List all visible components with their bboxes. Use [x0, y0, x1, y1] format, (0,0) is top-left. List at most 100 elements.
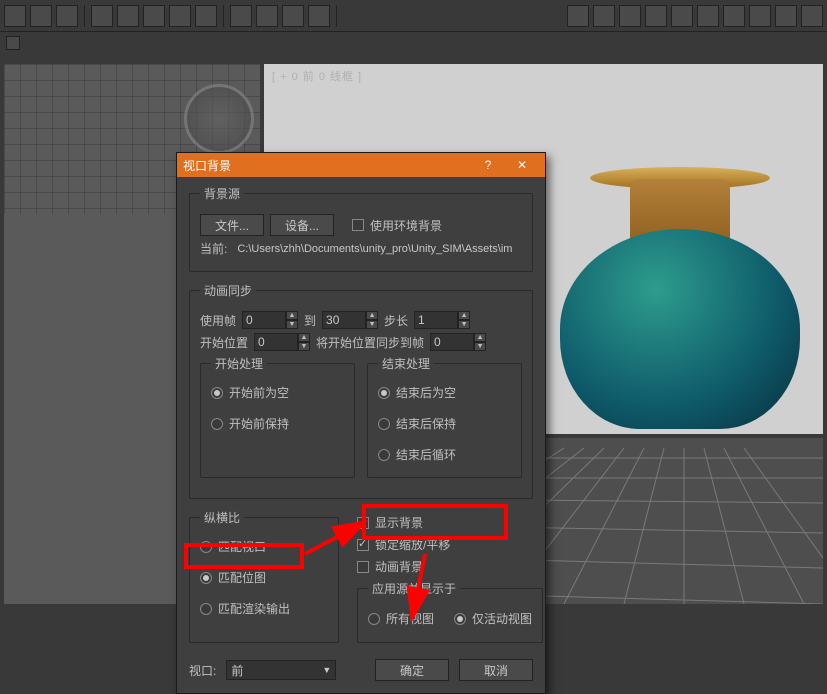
- viewport-select-label: 视口:: [189, 662, 216, 679]
- toolbar-icon[interactable]: [801, 5, 823, 27]
- apply-source-group: 应用源并显示于 所有视图 仅活动视图: [357, 580, 543, 643]
- group-legend: 结束处理: [378, 355, 434, 372]
- spin-down-icon[interactable]: ▼: [298, 342, 310, 351]
- end-blank-radio[interactable]: [378, 387, 390, 399]
- lock-zoom-label: 锁定缩放/平移: [375, 536, 450, 553]
- end-processing-group: 结束处理 结束后为空 结束后保持 结束后循环: [367, 355, 522, 478]
- toolbar-icon[interactable]: [749, 5, 771, 27]
- animation-sync-group: 动画同步 使用帧 ▲▼ 到 ▲▼ 步长 ▲▼ 开始位置 ▲▼ 将开始位置同步到帧…: [189, 282, 533, 499]
- end-blank-label: 结束后为空: [396, 384, 456, 401]
- match-render-radio[interactable]: [200, 603, 212, 615]
- toolbar-icon[interactable]: [567, 5, 589, 27]
- spin-up-icon[interactable]: ▲: [366, 311, 378, 320]
- match-bitmap-radio[interactable]: [200, 572, 212, 584]
- toolbar-icon[interactable]: [56, 5, 78, 27]
- viewport-background-dialog: 视口背景 ? ✕ 背景源 文件... 设备... 使用环境背景 当前: C:\U…: [176, 152, 546, 694]
- match-viewport-label: 匹配视口: [218, 538, 266, 555]
- dropdown-toggle-icon[interactable]: [6, 36, 20, 50]
- group-legend: 纵横比: [200, 509, 244, 526]
- end-hold-radio[interactable]: [378, 418, 390, 430]
- match-viewport-radio[interactable]: [200, 541, 212, 553]
- group-legend: 动画同步: [200, 282, 256, 299]
- anim-bg-checkbox[interactable]: [357, 561, 369, 573]
- spin-up-icon[interactable]: ▲: [286, 311, 298, 320]
- all-views-radio[interactable]: [368, 613, 380, 625]
- anim-bg-label: 动画背景: [375, 558, 423, 575]
- start-pos-spinner[interactable]: ▲▼: [254, 333, 310, 351]
- dialog-title: 视口背景: [183, 157, 231, 174]
- use-frame-input[interactable]: [242, 311, 286, 329]
- active-only-radio[interactable]: [454, 613, 466, 625]
- to-input[interactable]: [322, 311, 366, 329]
- start-processing-group: 开始处理 开始前为空 开始前保持: [200, 355, 355, 478]
- device-button[interactable]: 设备...: [270, 214, 334, 236]
- all-views-label: 所有视图: [386, 610, 434, 627]
- use-frame-spinner[interactable]: ▲▼: [242, 311, 298, 329]
- chevron-down-icon: ▼: [322, 665, 331, 675]
- toolbar-icon[interactable]: [230, 5, 252, 27]
- toolbar-icon[interactable]: [91, 5, 113, 27]
- toolbar-icon[interactable]: [282, 5, 304, 27]
- viewcube-gizmo[interactable]: [184, 84, 254, 154]
- spin-down-icon[interactable]: ▼: [366, 320, 378, 329]
- background-source-group: 背景源 文件... 设备... 使用环境背景 当前: C:\Users\zhh\…: [189, 185, 533, 272]
- sync-start-label: 将开始位置同步到帧: [316, 334, 424, 351]
- current-label: 当前:: [200, 240, 227, 257]
- step-spinner[interactable]: ▲▼: [414, 311, 470, 329]
- group-legend: 开始处理: [211, 355, 267, 372]
- close-button[interactable]: ✕: [505, 154, 539, 176]
- toolbar-icon[interactable]: [308, 5, 330, 27]
- file-button[interactable]: 文件...: [200, 214, 264, 236]
- lock-zoom-checkbox[interactable]: [357, 539, 369, 551]
- start-pos-label: 开始位置: [200, 334, 248, 351]
- toolbar-separator: [336, 5, 337, 27]
- start-hold-radio[interactable]: [211, 418, 223, 430]
- sub-toolbar: [0, 32, 827, 54]
- end-loop-radio[interactable]: [378, 449, 390, 461]
- end-loop-label: 结束后循环: [396, 446, 456, 463]
- step-input[interactable]: [414, 311, 458, 329]
- viewport-select-value: 前: [231, 662, 243, 679]
- start-pos-input[interactable]: [254, 333, 298, 351]
- toolbar-icon[interactable]: [619, 5, 641, 27]
- toolbar-separator: [223, 5, 224, 27]
- toolbar-icon[interactable]: [169, 5, 191, 27]
- to-spinner[interactable]: ▲▼: [322, 311, 378, 329]
- use-env-label: 使用环境背景: [370, 217, 442, 234]
- spin-up-icon[interactable]: ▲: [474, 333, 486, 342]
- toolbar-icon[interactable]: [697, 5, 719, 27]
- match-bitmap-label: 匹配位图: [218, 569, 266, 586]
- cancel-button[interactable]: 取消: [459, 659, 533, 681]
- show-bg-checkbox[interactable]: [357, 517, 369, 529]
- use-env-checkbox[interactable]: [352, 219, 364, 231]
- toolbar-separator: [84, 5, 85, 27]
- ok-button[interactable]: 确定: [375, 659, 449, 681]
- toolbar-icon[interactable]: [195, 5, 217, 27]
- sync-start-spinner[interactable]: ▲▼: [430, 333, 486, 351]
- toolbar-icon[interactable]: [256, 5, 278, 27]
- toolbar-icon[interactable]: [593, 5, 615, 27]
- group-legend: 应用源并显示于: [368, 580, 460, 597]
- spin-down-icon[interactable]: ▼: [286, 320, 298, 329]
- dialog-titlebar[interactable]: 视口背景 ? ✕: [177, 153, 545, 177]
- toolbar-icon[interactable]: [775, 5, 797, 27]
- current-path: C:\Users\zhh\Documents\unity_pro\Unity_S…: [237, 243, 512, 255]
- spin-down-icon[interactable]: ▼: [458, 320, 470, 329]
- sync-start-input[interactable]: [430, 333, 474, 351]
- help-button[interactable]: ?: [471, 154, 505, 176]
- toolbar-icon[interactable]: [30, 5, 52, 27]
- show-bg-label: 显示背景: [375, 514, 423, 531]
- toolbar-icon[interactable]: [143, 5, 165, 27]
- viewport-select[interactable]: 前 ▼: [226, 660, 336, 680]
- vase-render: [530, 129, 826, 449]
- spin-down-icon[interactable]: ▼: [474, 342, 486, 351]
- toolbar-icon[interactable]: [671, 5, 693, 27]
- toolbar-icon[interactable]: [4, 5, 26, 27]
- toolbar-icon[interactable]: [117, 5, 139, 27]
- spin-up-icon[interactable]: ▲: [458, 311, 470, 320]
- spin-up-icon[interactable]: ▲: [298, 333, 310, 342]
- use-frame-label: 使用帧: [200, 312, 236, 329]
- toolbar-icon[interactable]: [723, 5, 745, 27]
- start-blank-radio[interactable]: [211, 387, 223, 399]
- toolbar-icon[interactable]: [645, 5, 667, 27]
